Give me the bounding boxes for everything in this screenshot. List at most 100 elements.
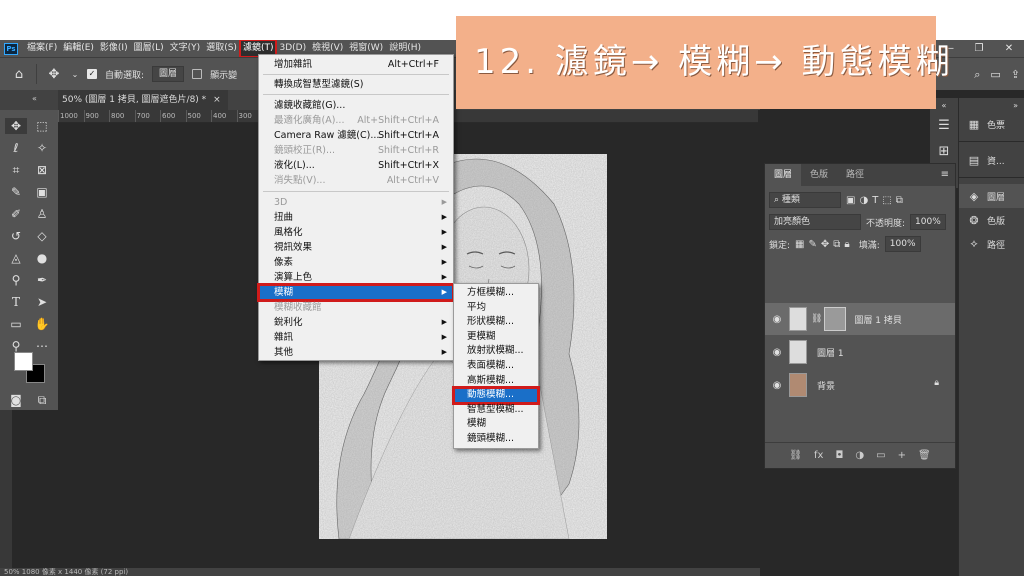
lock-move-icon[interactable]: ✥ [821, 239, 829, 250]
menu-item-pixelate[interactable]: 像素 ▶ [259, 255, 453, 270]
magic-wand-icon[interactable]: ✧ [31, 140, 53, 156]
dock-item-channels[interactable]: ❂ 色版 [959, 208, 1024, 232]
lock-artboard-icon[interactable]: ⧉ [833, 239, 840, 250]
submenu-item-smart-blur[interactable]: 智慧型模糊... [454, 403, 538, 418]
history-brush-icon[interactable]: ↺ [5, 228, 27, 244]
adjustment-layer-icon[interactable]: ◑ [855, 450, 864, 461]
adjust-filter-icon[interactable]: ◑ [859, 195, 868, 206]
close-tab-icon[interactable]: × [213, 95, 221, 105]
restore-button[interactable]: ❐ [964, 40, 994, 57]
lock-transparent-icon[interactable]: ▦ [795, 239, 804, 250]
menu-item-add-noise[interactable]: 增加雜訊 Alt+Ctrl+F [259, 57, 453, 72]
menu-edit[interactable]: 編輯(E) [60, 40, 97, 57]
move-tool-icon[interactable]: ✥ [45, 65, 63, 83]
lasso-tool-icon[interactable]: ℓ [5, 140, 27, 156]
dock-item-info[interactable]: ▤ 資... [959, 148, 1024, 172]
new-group-icon[interactable]: ▭ [876, 450, 885, 461]
smart-filter-icon[interactable]: ⧉ [896, 195, 903, 206]
submenu-item-blur[interactable]: 模糊 [454, 417, 538, 432]
dock-item-paths[interactable]: ⟡ 路徑 [959, 232, 1024, 256]
foreground-color-swatch[interactable] [14, 352, 33, 371]
fill-input[interactable]: 100% [884, 236, 921, 252]
submenu-item-surface-blur[interactable]: 表面模糊... [454, 359, 538, 374]
collapse-icon[interactable]: « [32, 94, 37, 103]
close-button[interactable]: ✕ [994, 40, 1024, 57]
layer-kind-filter[interactable]: ⌕ 種類 [769, 192, 841, 208]
layer-row[interactable]: ◉ 圖層 1 [765, 336, 955, 368]
eye-icon[interactable]: ◉ [765, 314, 789, 325]
pixel-filter-icon[interactable]: ▣ [846, 195, 855, 206]
lock-all-icon[interactable]: 🔒︎ [844, 239, 849, 250]
submenu-item-average[interactable]: 平均 [454, 301, 538, 316]
menu-item-convert-smart-filter[interactable]: 轉換成智慧型濾鏡(S) [259, 77, 453, 92]
properties-icon[interactable]: ☰ [930, 112, 958, 138]
menu-item-sharpen[interactable]: 銳利化 ▶ [259, 315, 453, 330]
show-transform-checkbox[interactable] [192, 69, 203, 79]
screen-mode-icon[interactable]: ⧉ [31, 392, 53, 408]
chevron-down-icon[interactable]: ⌄ [71, 65, 79, 83]
trash-icon[interactable]: 🗑 [918, 450, 931, 461]
shape-filter-icon[interactable]: ⬚ [882, 195, 891, 206]
menu-image[interactable]: 影像(I) [97, 40, 131, 57]
eraser-tool-icon[interactable]: ◇ [31, 228, 53, 244]
libraries-icon[interactable]: ⊞ [930, 138, 958, 164]
submenu-item-motion-blur[interactable]: 動態模糊... [452, 386, 540, 405]
menu-item-liquify[interactable]: 液化(L)... Shift+Ctrl+X [259, 158, 453, 173]
type-tool-icon[interactable]: T [5, 294, 27, 310]
menu-item-stylize[interactable]: 風格化 ▶ [259, 225, 453, 240]
layer-row[interactable]: ◉ ⛓ 圖層 1 拷貝 [765, 303, 955, 335]
add-mask-icon[interactable]: ◘ [835, 450, 843, 461]
panel-menu-icon[interactable]: ≡ [941, 164, 949, 186]
collapse-icon[interactable]: » [959, 98, 1024, 112]
layer-row[interactable]: ◉ 背景 🔒︎ [765, 369, 955, 401]
lock-paint-icon[interactable]: ✎ [809, 239, 817, 250]
eyedropper-icon[interactable]: ✎ [5, 184, 27, 200]
menu-item-noise[interactable]: 雜訊 ▶ [259, 330, 453, 345]
menu-item-blur[interactable]: 模糊 ▶ [257, 283, 455, 302]
type-filter-icon[interactable]: T [872, 195, 878, 206]
menu-item-camera-raw[interactable]: Camera Raw 濾鏡(C)... Shift+Ctrl+A [259, 128, 453, 143]
workspace-icon[interactable]: ▭ [990, 68, 1000, 81]
home-icon[interactable]: ⌂ [10, 65, 28, 83]
opacity-input[interactable]: 100% [910, 214, 946, 230]
submenu-item-gaussian-blur[interactable]: 高斯模糊... [454, 374, 538, 389]
menu-item-other[interactable]: 其他 ▶ [259, 345, 453, 360]
frame-tool-icon[interactable]: ⊠ [31, 162, 53, 178]
document-tab[interactable]: 50% (圖層 1 拷貝, 圖層遮色片/8) * × [58, 90, 228, 110]
dodge-tool-icon[interactable]: ⚲ [5, 272, 27, 288]
menu-item-render[interactable]: 演算上色 ▶ [259, 270, 453, 285]
quick-mask-icon[interactable]: ◙ [5, 392, 27, 408]
blend-mode-dropdown[interactable]: 加亮顏色 [769, 214, 861, 230]
share-icon[interactable]: ⇪ [1011, 68, 1020, 81]
menu-layer[interactable]: 圖層(L) [131, 40, 167, 57]
rectangle-tool-icon[interactable]: ▭ [5, 316, 27, 332]
submenu-item-blur-more[interactable]: 更模糊 [454, 330, 538, 345]
new-layer-icon[interactable]: + [898, 450, 906, 461]
menu-file[interactable]: 檔案(F) [24, 40, 60, 57]
submenu-item-shape-blur[interactable]: 形狀模糊... [454, 315, 538, 330]
menu-item-distort[interactable]: 扭曲 ▶ [259, 210, 453, 225]
auto-select-dropdown[interactable]: 圖層 [152, 66, 185, 82]
link-layers-icon[interactable]: ⛓ [789, 450, 802, 461]
pen-tool-icon[interactable]: ✒ [31, 272, 53, 288]
bucket-tool-icon[interactable]: ◬ [5, 250, 27, 266]
eye-icon[interactable]: ◉ [765, 347, 789, 358]
eye-icon[interactable]: ◉ [765, 380, 789, 391]
tab-channels[interactable]: 色版 [801, 164, 837, 186]
crop-tool-icon[interactable]: ⌗ [5, 162, 27, 178]
path-select-icon[interactable]: ➤ [31, 294, 53, 310]
submenu-item-box-blur[interactable]: 方框模糊... [454, 286, 538, 301]
patch-tool-icon[interactable]: ▣ [31, 184, 53, 200]
move-tool-icon[interactable]: ✥ [5, 118, 27, 134]
dock-item-layers[interactable]: ◈ 圖層 [959, 184, 1024, 208]
menu-item-video[interactable]: 視訊效果 ▶ [259, 240, 453, 255]
more-tools-icon[interactable]: ⋯ [31, 338, 53, 354]
layer-mask-thumbnail[interactable] [824, 307, 847, 331]
marquee-tool-icon[interactable]: ⬚ [31, 118, 53, 134]
hand-tool-icon[interactable]: ✋ [31, 316, 53, 332]
brush-tool-icon[interactable]: ✐ [5, 206, 27, 222]
menu-select[interactable]: 選取(S) [203, 40, 240, 57]
submenu-item-lens-blur[interactable]: 鏡頭模糊... [454, 432, 538, 447]
menu-item-filter-gallery[interactable]: 濾鏡收藏館(G)... [259, 98, 453, 113]
auto-select-checkbox[interactable]: ✓ [87, 69, 97, 79]
